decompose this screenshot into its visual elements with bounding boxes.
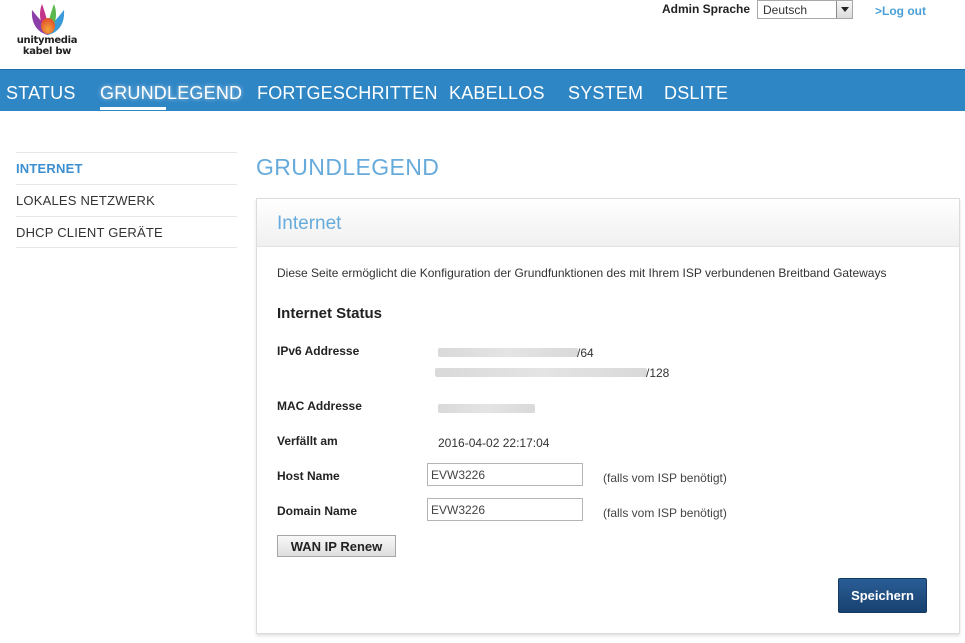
ipv6-address-redacted-2 (435, 368, 647, 377)
domain-name-label: Domain Name (277, 504, 358, 518)
section-title-internet-status: Internet Status (277, 305, 383, 322)
brand-logo: unitymedia kabel bw (14, 0, 84, 66)
language-select-value: Deutsch (763, 3, 808, 17)
nav-item-system[interactable]: SYSTEM (568, 70, 643, 112)
domain-name-hint: (falls vom ISP benötigt) (603, 506, 727, 520)
triangle-down-icon (841, 7, 849, 12)
nav-item-dslite[interactable]: DSLITE (664, 70, 728, 112)
panel-header: Internet (257, 199, 959, 247)
page-title: GRUNDLEGEND (256, 154, 440, 180)
host-name-label: Host Name (277, 469, 340, 483)
logo-text-line2: kabel bw (22, 46, 72, 57)
ipv6-address-label: IPv6 Addresse (277, 344, 360, 358)
sidebar-item-internet[interactable]: INTERNET (16, 152, 237, 184)
logout-link[interactable]: >Log out (875, 4, 926, 18)
ipv6-prefix-64: /64 (577, 346, 594, 360)
mac-address-redacted (438, 404, 535, 413)
domain-name-input[interactable] (427, 498, 583, 521)
expires-label: Verfällt am (277, 434, 338, 448)
language-select[interactable]: Deutsch (757, 0, 853, 19)
header: unitymedia kabel bw Admin Sprache Deutsc… (0, 0, 965, 69)
host-name-input[interactable] (427, 463, 583, 486)
nav-item-fortgeschritten[interactable]: FORTGESCHRITTEN (257, 70, 438, 112)
panel-description: Diese Seite ermöglicht die Konfiguration… (277, 266, 887, 280)
nav-item-status[interactable]: STATUS (6, 70, 76, 112)
logo-text-line1: unitymedia (16, 35, 78, 46)
internet-panel: Internet Diese Seite ermöglicht die Konf… (256, 198, 960, 634)
nav-active-indicator (100, 107, 166, 110)
save-button[interactable]: Speichern (838, 578, 927, 613)
ipv6-address-redacted-1 (438, 348, 578, 357)
admin-language-label: Admin Sprache (662, 2, 751, 16)
router-admin-page: unitymedia kabel bw Admin Sprache Deutsc… (0, 0, 965, 643)
sidebar-item-lokales-netzwerk[interactable]: LOKALES NETZWERK (16, 184, 237, 216)
language-select-dropdown-button[interactable] (836, 1, 852, 18)
sidebar-item-dhcp-client-geraete[interactable]: DHCP CLIENT GERÄTE (16, 216, 237, 248)
expires-value: 2016-04-02 22:17:04 (438, 436, 550, 450)
main-nav: STATUS GRUNDLEGEND FORTGESCHRITTEN KABEL… (0, 69, 965, 111)
sidebar: INTERNET LOKALES NETZWERK DHCP CLIENT GE… (16, 152, 237, 248)
wan-ip-renew-button[interactable]: WAN IP Renew (277, 535, 396, 557)
ipv6-prefix-128: /128 (646, 366, 670, 380)
unitymedia-logo-icon (31, 4, 65, 35)
mac-address-label: MAC Addresse (277, 399, 362, 413)
nav-item-grundlegend[interactable]: GRUNDLEGEND (100, 70, 242, 112)
panel-title: Internet (277, 213, 342, 234)
host-name-hint: (falls vom ISP benötigt) (603, 471, 727, 485)
nav-item-kabellos[interactable]: KABELLOS (449, 70, 545, 112)
